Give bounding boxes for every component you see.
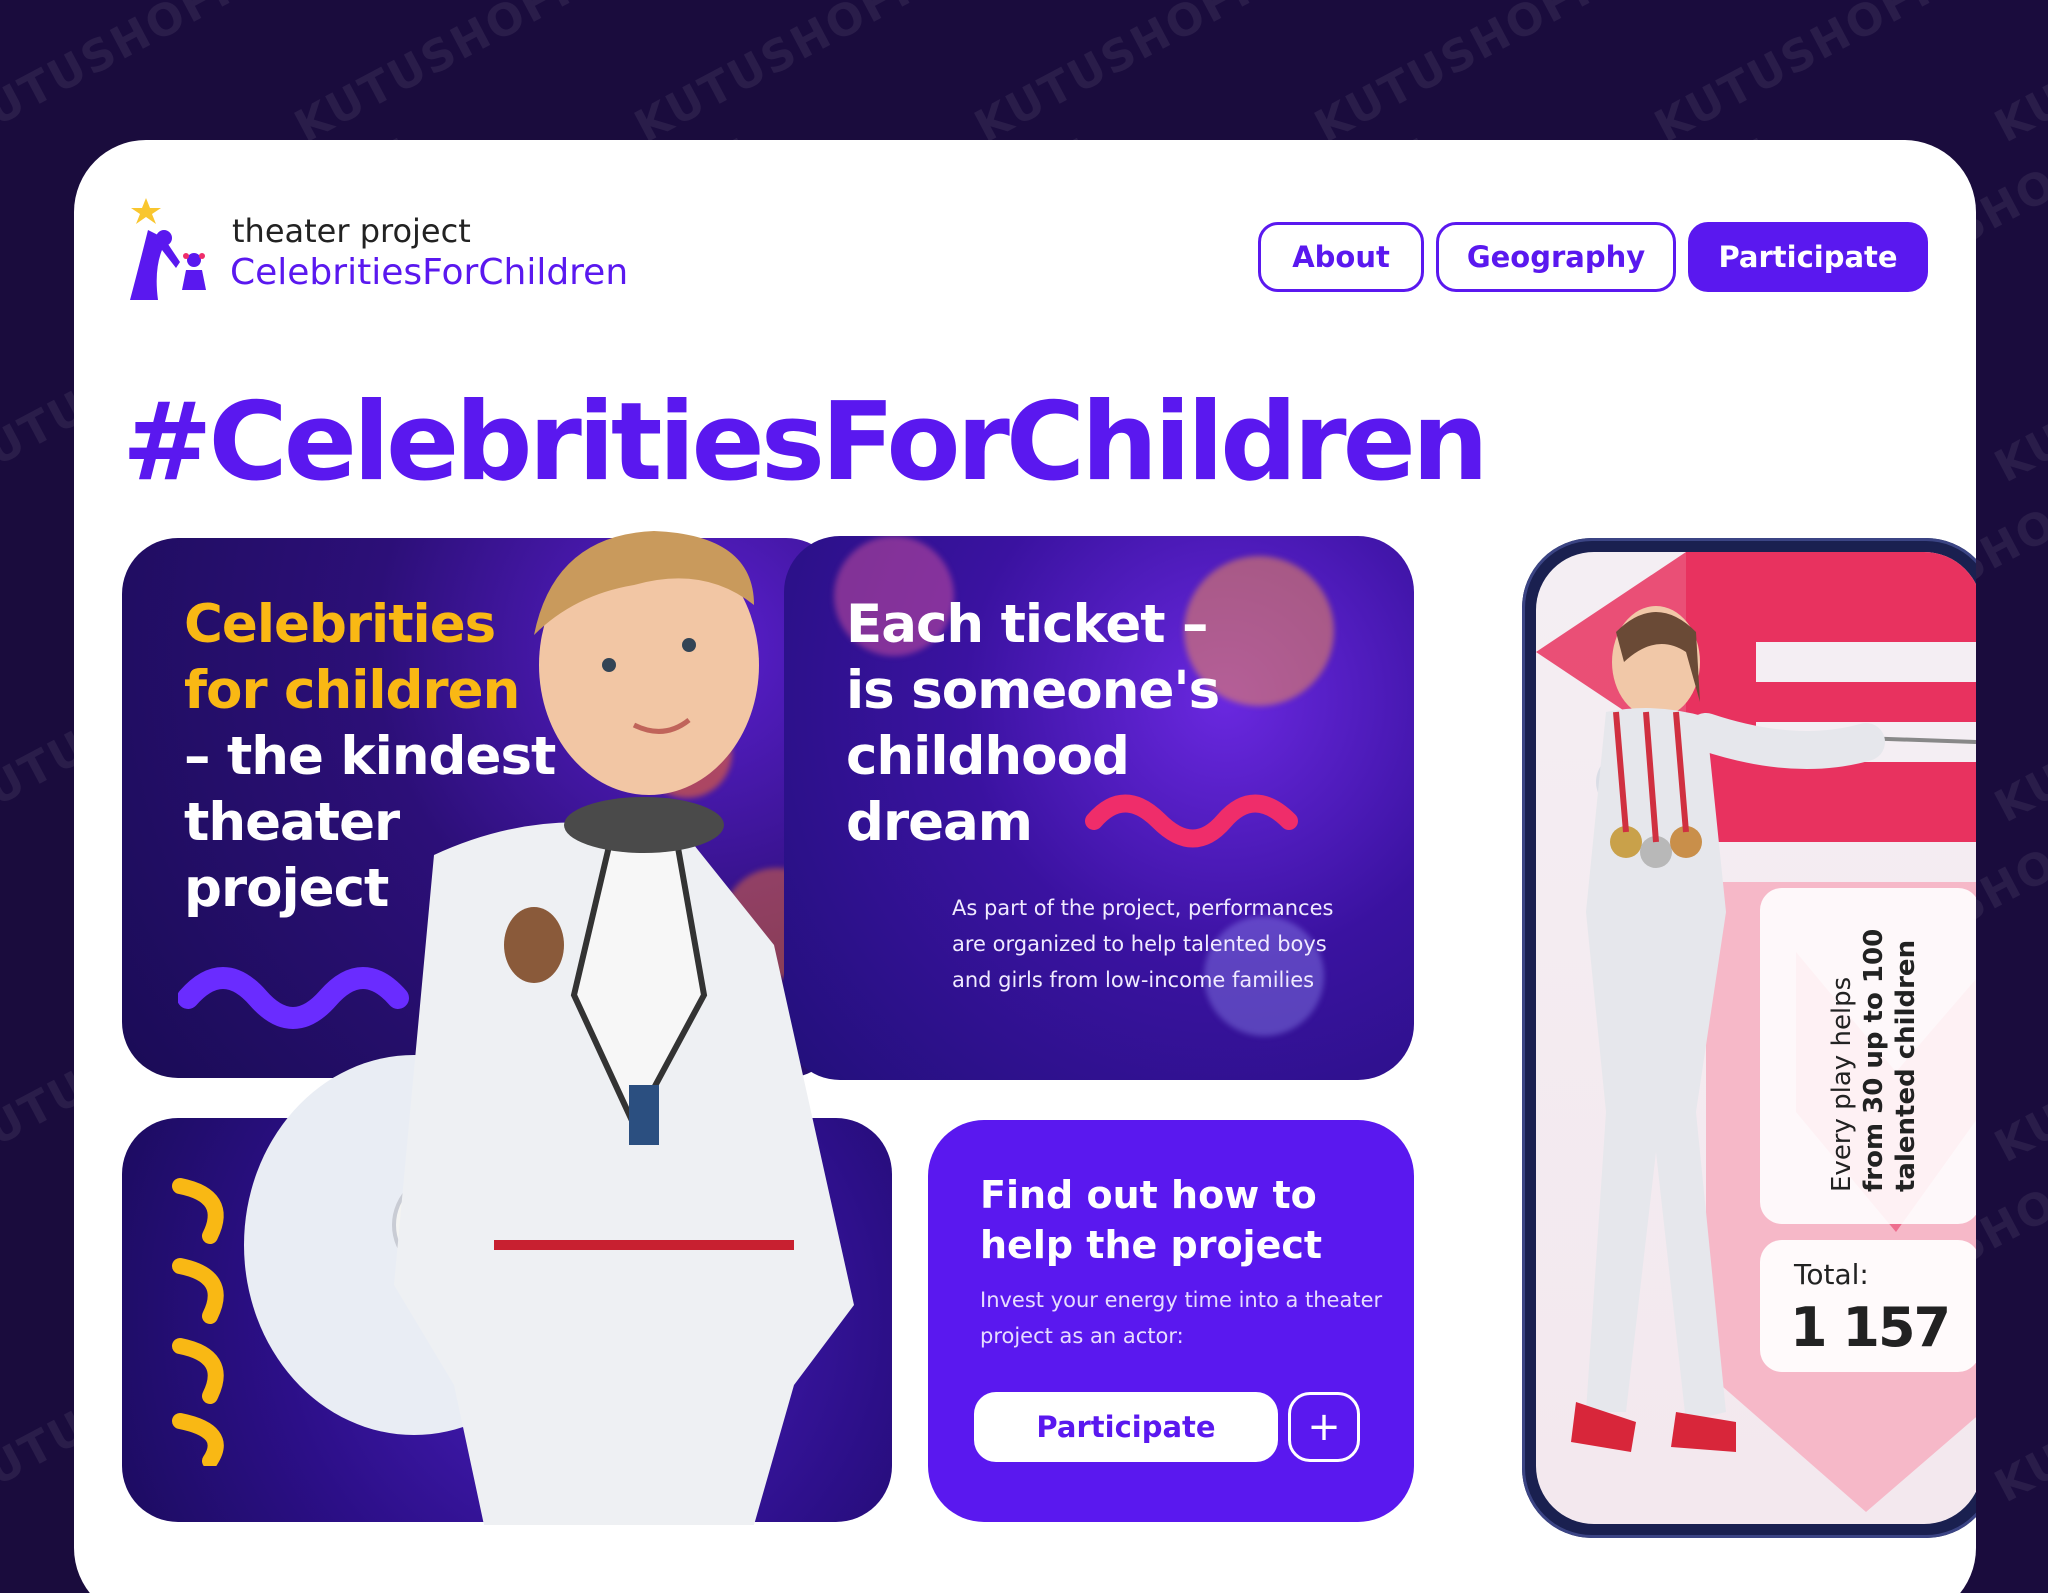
heading-line-for-children: for children	[184, 660, 520, 721]
heading-line-celebrities: Celebrities	[184, 594, 496, 655]
watermark-text: KUTUSHOFF	[626, 0, 933, 153]
watermark-text: KUTUSHOFF	[1986, 0, 2048, 153]
phone-screen: Every play helps from 30 up to 100 talen…	[1536, 552, 1976, 1524]
watermark-text: KUTUSHOFF	[1986, 638, 2048, 833]
kindest-project-heading: Celebrities for children – the kindest t…	[184, 592, 704, 922]
nav-about-button[interactable]: About	[1258, 222, 1424, 292]
ticket-line-2: is someone's	[846, 660, 1220, 721]
logo-title[interactable]: CelebritiesForChildren	[230, 252, 628, 293]
total-label: Total:	[1794, 1258, 1869, 1291]
watermark-text: KUTUSHOFF	[1986, 1318, 2048, 1513]
heading-line-project: project	[184, 858, 389, 919]
ticket-dream-description: As part of the project, performances are…	[952, 896, 1334, 992]
stat-line-3: talented children	[1891, 939, 1921, 1192]
watermark-text: KUTUSHOFF	[0, 0, 253, 153]
phone-mockup: Every play helps from 30 up to 100 talen…	[1522, 538, 1976, 1538]
stat-line-2: from 30 up to 100	[1859, 928, 1889, 1192]
hero-hashtag: #CelebritiesForChildren	[122, 380, 1489, 505]
watermark-text: KUTUSHOFF	[286, 0, 593, 153]
nav-participate-button[interactable]: Participate	[1688, 222, 1928, 292]
plus-button[interactable]: +	[1288, 1392, 1360, 1462]
heading-line-kindest: – the kindest	[184, 726, 556, 787]
ticket-line-3: childhood	[846, 726, 1130, 787]
page-card: theater project CelebritiesForChildren A…	[74, 140, 1976, 1593]
participate-button[interactable]: Participate	[974, 1392, 1278, 1462]
children-helped-text: Every play helps from 30 up to 100 talen…	[1826, 892, 1922, 1192]
logo-subtitle: theater project	[232, 212, 471, 250]
watermark-text: KUTUSHOFF	[1986, 298, 2048, 493]
stat-line-1: Every play helps	[1827, 976, 1857, 1192]
watermark-text: KUTUSHOFF	[1306, 0, 1613, 153]
ticket-line-1: Each ticket –	[846, 594, 1209, 655]
ticket-dream-heading: Each ticket – is someone's childhood dre…	[846, 592, 1316, 856]
help-project-description: Invest your energy time into a theater p…	[980, 1288, 1383, 1348]
watermark-text: KUTUSHOFF	[1646, 0, 1953, 153]
help-project-title: Find out how to help the project	[980, 1173, 1323, 1267]
watermark-text: KUTUSHOFF	[1986, 978, 2048, 1173]
logo-icon	[130, 198, 206, 300]
heading-line-theater: theater	[184, 792, 400, 853]
ticket-line-4: dream	[846, 792, 1033, 853]
main-nav: About Geography Participate	[1258, 222, 1928, 292]
nav-geography-button[interactable]: Geography	[1436, 222, 1676, 292]
total-value: 1 157	[1790, 1296, 1951, 1359]
watermark-text: KUTUSHOFF	[966, 0, 1273, 153]
